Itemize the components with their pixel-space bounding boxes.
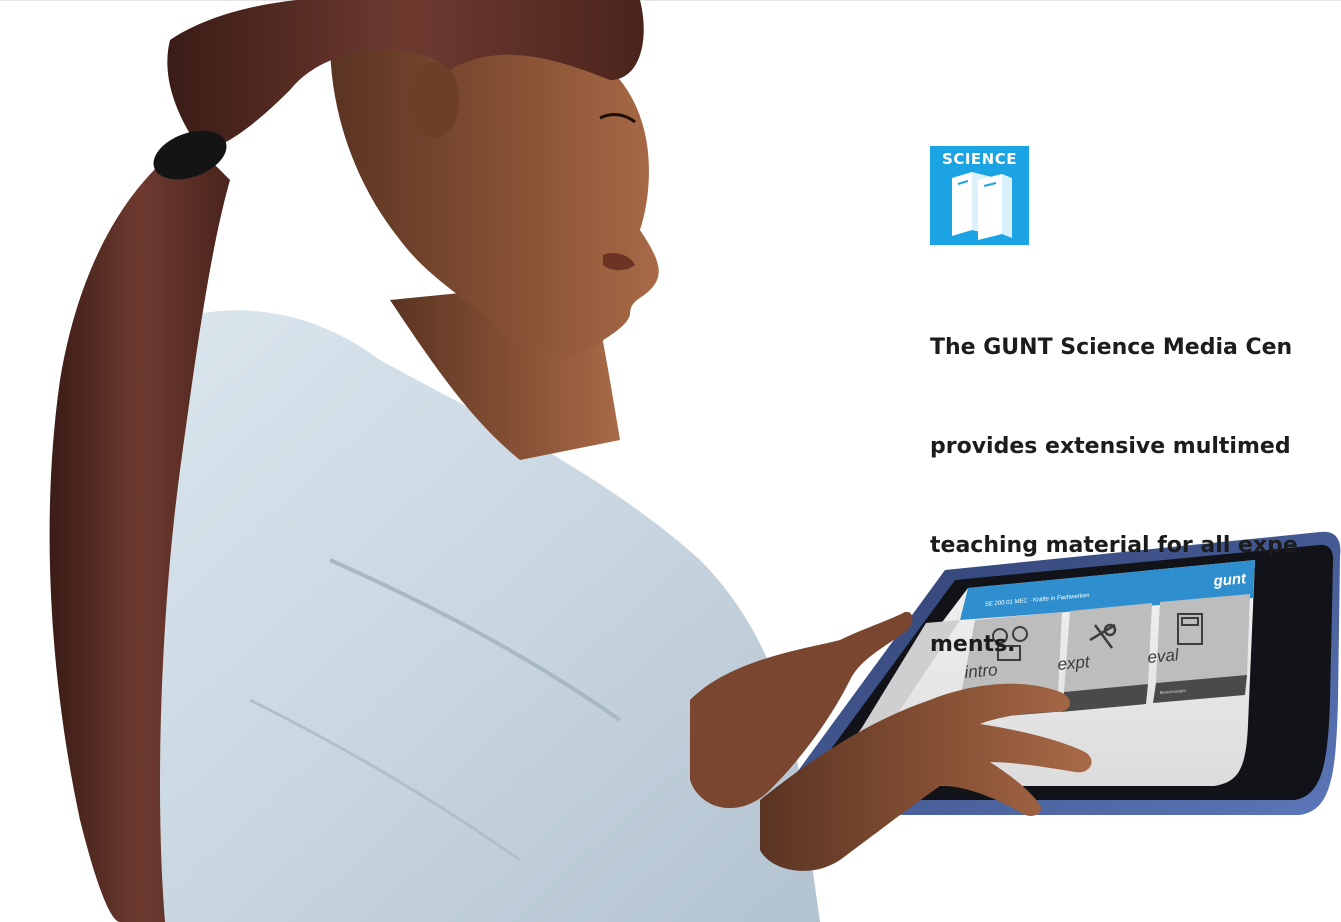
caption-line-3: teaching material for all expe — [930, 533, 1298, 558]
media-center-caption: The GUNT Science Media Cen provides exte… — [930, 265, 1341, 694]
books-icon — [952, 172, 1012, 240]
caption-line-2: provides extensive multimed — [930, 434, 1291, 459]
ear — [411, 62, 459, 138]
caption-line-1: The GUNT Science Media Cen — [930, 335, 1293, 360]
caption-line-4: ments. — [930, 632, 1016, 657]
science-badge: SCIENCE — [930, 146, 1029, 245]
